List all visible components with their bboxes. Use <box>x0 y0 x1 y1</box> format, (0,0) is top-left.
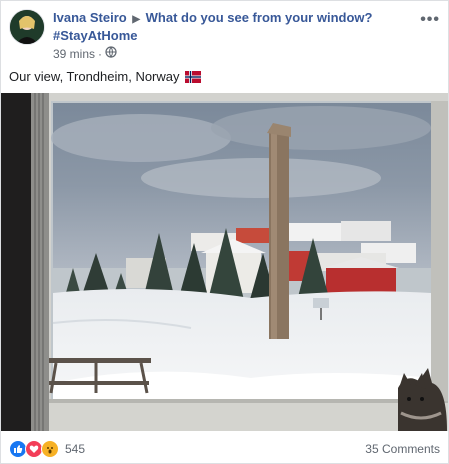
post-footer: 545 35 Comments <box>9 439 440 459</box>
hashtag-link[interactable]: #StayAtHome <box>53 28 138 43</box>
avatar[interactable] <box>9 9 45 45</box>
reactions-summary[interactable]: 545 <box>9 440 85 458</box>
author-line: Ivana Steiro ▶ What do you see from your… <box>53 10 404 28</box>
timestamp[interactable]: 39 mins <box>53 47 95 61</box>
post-options-icon[interactable]: ••• <box>420 11 440 29</box>
caret-right-icon: ▶ <box>132 14 141 25</box>
globe-icon <box>105 46 117 61</box>
post-card: Ivana Steiro ▶ What do you see from your… <box>0 0 449 464</box>
author-name[interactable]: Ivana Steiro <box>53 10 127 25</box>
post-body-text: Our view, Trondheim, Norway <box>9 69 180 84</box>
wow-reaction-icon <box>41 440 59 458</box>
post-subline: 39 mins · <box>53 46 404 61</box>
comments-count-link[interactable]: 35 Comments <box>365 442 440 456</box>
reaction-count: 545 <box>65 442 86 456</box>
post-meta: Ivana Steiro ▶ What do you see from your… <box>53 10 404 61</box>
norway-flag-icon <box>185 71 202 87</box>
post-photo[interactable] <box>1 93 448 431</box>
group-name[interactable]: What do you see from your window? <box>146 10 373 25</box>
post-header: Ivana Steiro ▶ What do you see from your… <box>9 9 440 61</box>
hashtag-line: #StayAtHome <box>53 28 404 44</box>
dot-separator: · <box>98 46 103 61</box>
post-text: Our view, Trondheim, Norway <box>9 69 202 87</box>
